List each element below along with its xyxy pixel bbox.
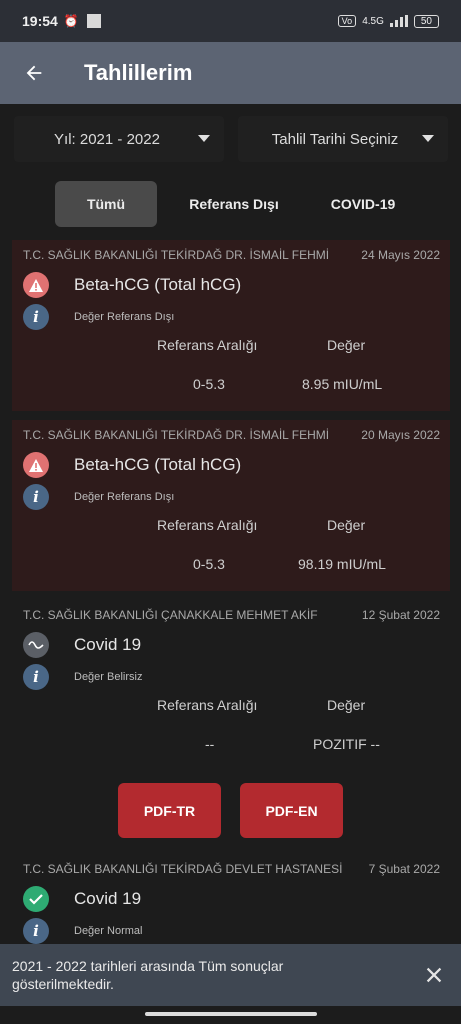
test-name: Covid 19	[74, 635, 142, 654]
pdf-en-button[interactable]: PDF-EN	[240, 783, 343, 838]
wave-icon	[23, 632, 49, 658]
value-label: Değer	[327, 697, 366, 713]
status-right: Vo 4.5G 50	[337, 14, 439, 28]
test-name: Beta-hCG (Total hCG)	[74, 275, 242, 294]
status-row: i Değer Referans Dışı	[23, 304, 450, 330]
test-name: Beta-hCG (Total hCG)	[74, 455, 242, 474]
result-status: Değer Referans Dışı	[74, 311, 175, 323]
reference-range: --	[205, 736, 215, 752]
card-header: T.C. SAĞLIK BAKANLIĞI ÇANAKKALE MEHMET A…	[12, 600, 450, 622]
result-value: 8.95 mIU/mL	[302, 376, 383, 392]
date-dropdown-label: Tahlil Tarihi Seçiniz	[271, 130, 399, 148]
signal-icon	[389, 15, 408, 27]
result-status: Değer Referans Dışı	[74, 491, 175, 503]
hospital-name: T.C. SAĞLIK BAKANLIĞI ÇANAKKALE MEHMET A…	[23, 608, 318, 622]
check-icon	[23, 886, 49, 912]
result-date: 24 Mayıs 2022	[361, 248, 440, 262]
snackbar: 2021 - 2022 tarihleri arasında Tüm sonuç…	[0, 944, 461, 1006]
tab-all[interactable]: Tümü	[55, 181, 157, 227]
card-header: T.C. SAĞLIK BAKANLIĞI TEKİRDAĞ DEVLET HA…	[12, 854, 450, 876]
hospital-name: T.C. SAĞLIK BAKANLIĞI TEKİRDAĞ DR. İSMAİ…	[23, 428, 330, 442]
hospital-name: T.C. SAĞLIK BAKANLIĞI TEKİRDAĞ DR. İSMAİ…	[23, 248, 330, 262]
notification-icon	[86, 14, 101, 28]
snackbar-message: 2021 - 2022 tarihleri arasında Tüm sonuç…	[12, 958, 284, 992]
result-date: 12 Şubat 2022	[361, 608, 440, 622]
reference-label: Referans Aralığı	[157, 697, 258, 713]
warning-icon	[23, 452, 49, 478]
result-date: 7 Şubat 2022	[368, 862, 440, 876]
value-label: Değer	[327, 337, 366, 353]
page-title: Tahlillerim	[84, 60, 193, 85]
info-icon[interactable]: i	[23, 304, 49, 330]
status-row: i Değer Normal	[23, 918, 450, 944]
reference-label: Referans Aralığı	[157, 517, 258, 533]
info-icon[interactable]: i	[23, 484, 49, 510]
battery-icon: 50	[413, 14, 439, 28]
test-name: Covid 19	[74, 889, 142, 908]
year-dropdown[interactable]: Yıl: 2021 - 2022	[14, 116, 224, 162]
volte-icon: Vo	[337, 15, 357, 27]
close-icon[interactable]	[423, 964, 445, 986]
result-status: Değer Belirsiz	[74, 671, 143, 683]
status-row: i Değer Belirsiz	[23, 664, 450, 690]
reference-label: Referans Aralığı	[157, 337, 258, 353]
date-dropdown[interactable]: Tahlil Tarihi Seçiniz	[238, 116, 448, 162]
result-card[interactable]: T.C. SAĞLIK BAKANLIĞI TEKİRDAĞ DR. İSMAİ…	[12, 240, 450, 411]
result-value: POZITIF --	[313, 736, 380, 752]
status-time: 19:54	[22, 13, 58, 29]
pdf-tr-button[interactable]: PDF-TR	[118, 783, 221, 838]
test-row: Beta-hCG (Total hCG)	[23, 452, 450, 478]
tab-bar: Tümü Referans Dışı COVID-19	[55, 181, 415, 227]
test-row: Covid 19	[23, 632, 450, 658]
info-icon[interactable]: i	[23, 918, 49, 944]
back-button[interactable]	[14, 53, 54, 93]
info-icon[interactable]: i	[23, 664, 49, 690]
card-header: T.C. SAĞLIK BAKANLIĞI TEKİRDAĞ DR. İSMAİ…	[12, 240, 450, 262]
result-card[interactable]: T.C. SAĞLIK BAKANLIĞI TEKİRDAĞ DR. İSMAİ…	[12, 420, 450, 591]
hospital-name: T.C. SAĞLIK BAKANLIĞI TEKİRDAĞ DEVLET HA…	[23, 862, 343, 876]
reference-range: 0-5.3	[193, 376, 225, 392]
tab-out-of-range[interactable]: Referans Dışı	[175, 181, 293, 227]
alarm-icon: ⏰	[63, 14, 79, 28]
result-card[interactable]: T.C. SAĞLIK BAKANLIĞI TEKİRDAĞ DEVLET HA…	[12, 854, 450, 944]
warning-icon	[23, 272, 49, 298]
status-row: i Değer Referans Dışı	[23, 484, 450, 510]
result-status: Değer Normal	[74, 925, 143, 937]
gesture-nav-handle[interactable]	[145, 1012, 317, 1016]
card-header: T.C. SAĞLIK BAKANLIĞI TEKİRDAĞ DR. İSMAİ…	[12, 420, 450, 442]
value-label: Değer	[327, 517, 366, 533]
filter-bar: Yıl: 2021 - 2022 Tahlil Tarihi Seçiniz	[14, 116, 448, 162]
tab-covid[interactable]: COVID-19	[311, 181, 415, 227]
result-value: 98.19 mIU/mL	[298, 556, 386, 572]
year-dropdown-label: Yıl: 2021 - 2022	[54, 130, 160, 148]
reference-range: 0-5.3	[193, 556, 225, 572]
battery-level: 50	[420, 15, 432, 27]
chevron-down-icon	[422, 135, 434, 142]
result-card[interactable]: T.C. SAĞLIK BAKANLIĞI ÇANAKKALE MEHMET A…	[12, 600, 450, 770]
network-type: 4.5G	[362, 15, 384, 27]
test-row: Covid 19	[23, 886, 450, 912]
chevron-down-icon	[198, 135, 210, 142]
arrow-left-icon	[26, 65, 42, 81]
status-bar: 19:54 ⏰ Vo 4.5G 50	[0, 0, 461, 42]
app-bar: Tahlillerim	[0, 42, 461, 104]
test-row: Beta-hCG (Total hCG)	[23, 272, 450, 298]
result-date: 20 Mayıs 2022	[361, 428, 440, 442]
